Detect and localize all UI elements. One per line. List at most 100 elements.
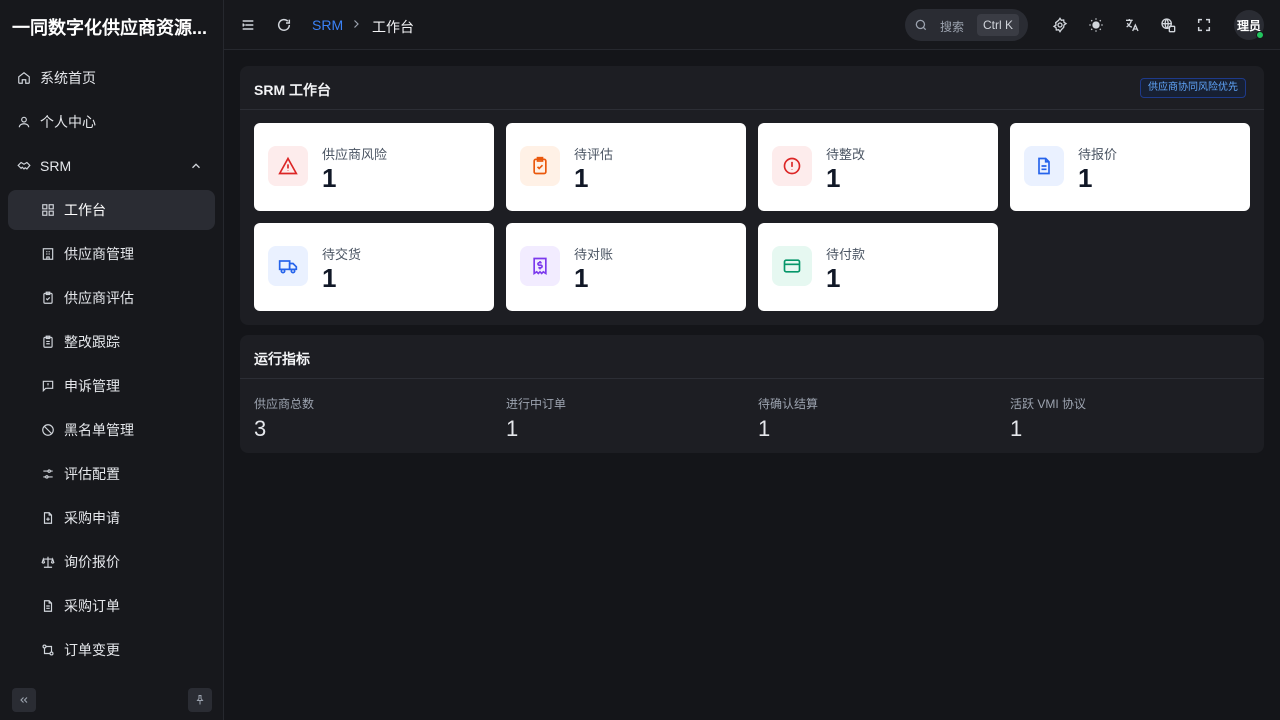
card-value: 1	[1078, 163, 1093, 193]
sidebar-item-supplier-evaluation[interactable]: 供应商评估	[8, 278, 215, 318]
dashboard-icon	[42, 204, 54, 216]
sidebar-item-label: 询价报价	[64, 554, 120, 570]
breadcrumb-parent[interactable]: SRM	[312, 17, 343, 33]
file-text-icon	[1024, 146, 1064, 186]
search-box[interactable]: 搜索 Ctrl K	[905, 9, 1028, 41]
clipboard-list-icon	[43, 335, 53, 348]
user-icon	[18, 116, 30, 128]
clipboard-check-icon	[43, 291, 53, 304]
translate-icon[interactable]	[1124, 17, 1140, 33]
card-pending-rectification[interactable]: 待整改 1	[758, 123, 998, 211]
metric-item: 待确认结算 1	[758, 395, 998, 442]
sidebar-item-rectification[interactable]: 整改跟踪	[8, 322, 215, 362]
card-value: 1	[574, 163, 589, 193]
metric-item: 活跃 VMI 协议 1	[1010, 395, 1250, 442]
menu-toggle-icon[interactable]	[240, 17, 256, 33]
settings-icon[interactable]	[1052, 17, 1068, 33]
pin-sidebar-button[interactable]	[188, 688, 212, 712]
sidebar-item-supplier-management[interactable]: 供应商管理	[8, 234, 215, 274]
card-pending-delivery[interactable]: 待交货 1	[254, 223, 494, 311]
receipt-icon	[520, 246, 560, 286]
card-pending-evaluation[interactable]: 待评估 1	[506, 123, 746, 211]
card-pending-reconciliation[interactable]: 待对账 1	[506, 223, 746, 311]
card-label: 供应商风险	[322, 147, 388, 162]
sidebar-item-label: 申诉管理	[64, 378, 120, 394]
fullscreen-icon[interactable]	[1196, 17, 1212, 33]
message-alert-icon	[42, 380, 54, 393]
sidebar-item-blacklist[interactable]: 黑名单管理	[8, 410, 215, 450]
metric-value: 1	[506, 416, 519, 441]
search-placeholder: 搜索	[940, 20, 965, 34]
sidebar-item-appeals[interactable]: 申诉管理	[8, 366, 215, 406]
search-icon	[915, 19, 927, 31]
card-value: 1	[826, 163, 841, 193]
breadcrumb-current: 工作台	[372, 19, 414, 35]
sidebar-item-label: 整改跟踪	[64, 334, 120, 350]
card-pending-payment[interactable]: 待付款 1	[758, 223, 998, 311]
card-value: 1	[574, 263, 589, 293]
pin-icon	[196, 695, 204, 705]
home-icon	[18, 72, 30, 84]
alert-triangle-icon	[268, 146, 308, 186]
metric-item: 进行中订单 1	[506, 395, 746, 442]
sidebar-item-label: 黑名单管理	[64, 422, 134, 438]
metric-value: 1	[1010, 416, 1023, 441]
chevron-up-icon	[192, 163, 200, 169]
metrics-title: 运行指标	[254, 351, 310, 367]
card-value: 1	[322, 163, 337, 193]
metric-value: 1	[758, 416, 771, 441]
collapse-sidebar-button[interactable]	[12, 688, 36, 712]
metric-label: 进行中订单	[506, 397, 567, 411]
card-label: 待整改	[826, 147, 866, 162]
sidebar-item-label: 评估配置	[64, 466, 120, 482]
sidebar-item-home[interactable]: 系统首页	[8, 58, 215, 98]
sidebar-item-label: 供应商评估	[64, 290, 134, 306]
sidebar-item-order-change[interactable]: 订单变更	[8, 630, 215, 670]
sidebar-item-evaluation-config[interactable]: 评估配置	[8, 454, 215, 494]
sidebar-item-label: 采购申请	[64, 510, 120, 526]
sidebar-item-label: 系统首页	[40, 70, 96, 86]
card-value: 1	[322, 263, 337, 293]
sidebar-item-purchase-request[interactable]: 采购申请	[8, 498, 215, 538]
refresh-icon[interactable]	[276, 17, 292, 33]
workbench-title: SRM 工作台	[254, 82, 331, 98]
globe-language-icon[interactable]	[1160, 17, 1176, 33]
metrics-panel: 运行指标 供应商总数 3 进行中订单 1 待确认结算 1 活跃 VMI 协议 1	[240, 335, 1264, 453]
sidebar-item-workbench[interactable]: 工作台	[8, 190, 215, 230]
scale-icon	[41, 556, 55, 568]
file-text-icon	[43, 600, 53, 612]
alert-circle-icon	[772, 146, 812, 186]
sidebar-group-srm[interactable]: SRM	[8, 146, 215, 186]
card-value: 1	[826, 263, 841, 293]
sidebar-item-label: 供应商管理	[64, 246, 134, 262]
sun-icon[interactable]	[1088, 17, 1104, 33]
file-plus-icon	[43, 512, 53, 524]
top-header: SRM 工作台 搜索 Ctrl K 理员	[224, 0, 1280, 50]
online-status-dot	[1256, 31, 1264, 39]
metric-label: 待确认结算	[758, 397, 819, 411]
priority-tag: 供应商协同风险优先	[1140, 78, 1246, 98]
card-label: 待对账	[574, 247, 614, 262]
card-supplier-risk[interactable]: 供应商风险 1	[254, 123, 494, 211]
card-pending-quotation[interactable]: 待报价 1	[1010, 123, 1250, 211]
card-label: 待付款	[826, 247, 866, 262]
sliders-icon	[43, 469, 53, 479]
metric-label: 供应商总数	[254, 397, 315, 411]
metric-label: 活跃 VMI 协议	[1010, 397, 1087, 411]
sidebar: 一同数字化供应商资源... 系统首页 个人中心 SRM 工作台 供应商管理 供应…	[0, 0, 224, 720]
handshake-icon	[17, 161, 31, 170]
sidebar-item-label: 工作台	[64, 202, 106, 218]
metric-item: 供应商总数 3	[254, 395, 494, 442]
metrics-header: 运行指标	[240, 335, 1264, 379]
ban-icon	[42, 424, 54, 436]
sidebar-item-profile[interactable]: 个人中心	[8, 102, 215, 142]
sidebar-item-purchase-order[interactable]: 采购订单	[8, 586, 215, 626]
workbench-panel: SRM 工作台 供应商协同风险优先 供应商风险 1 待评估 1 待整改 1 待报…	[240, 66, 1264, 325]
card-label: 待交货	[322, 247, 362, 262]
chevron-right-icon	[354, 20, 359, 28]
sidebar-item-rfq[interactable]: 询价报价	[8, 542, 215, 582]
building-icon	[42, 248, 54, 260]
chevrons-left-icon	[20, 697, 28, 703]
card-label: 待评估	[574, 147, 614, 162]
app-title: 一同数字化供应商资源...	[12, 18, 208, 38]
